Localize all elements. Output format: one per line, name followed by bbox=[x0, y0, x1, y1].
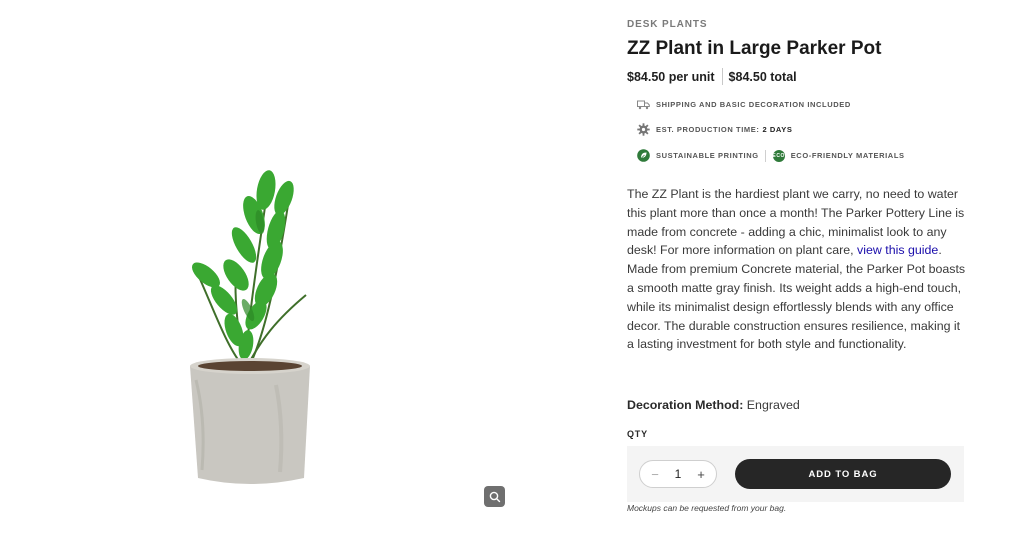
decoration-value: Engraved bbox=[743, 398, 800, 412]
purchase-box: − + ADD TO BAG bbox=[627, 446, 964, 502]
decrease-qty-button[interactable]: − bbox=[648, 467, 662, 482]
gear-icon bbox=[637, 123, 650, 136]
magnifier-icon bbox=[489, 491, 500, 502]
price-per-unit: $84.50 per unit bbox=[627, 69, 715, 84]
sustainable-text: SUSTAINABLE PRINTING bbox=[656, 151, 759, 160]
production-feature: EST. PRODUCTION TIME: 2 DAYS bbox=[637, 123, 792, 136]
decoration-method: Decoration Method: Engraved bbox=[627, 398, 800, 412]
eco-badge-icon: ECO bbox=[772, 149, 785, 162]
leaf-icon bbox=[637, 149, 650, 162]
eco-text: ECO-FRIENDLY MATERIALS bbox=[790, 151, 905, 160]
eco-features: SUSTAINABLE PRINTING ECO ECO-FRIENDLY MA… bbox=[637, 149, 905, 162]
product-description: The ZZ Plant is the hardiest plant we ca… bbox=[627, 185, 967, 354]
product-gallery bbox=[0, 0, 560, 545]
eco-divider bbox=[764, 149, 766, 162]
shipping-text: SHIPPING AND BASIC DECORATION INCLUDED bbox=[656, 100, 851, 109]
mockup-note: Mockups can be requested from your bag. bbox=[627, 503, 787, 513]
zoom-button[interactable] bbox=[484, 486, 505, 507]
product-title: ZZ Plant in Large Parker Pot bbox=[627, 38, 882, 59]
care-guide-link[interactable]: view this guide bbox=[857, 243, 938, 257]
product-category[interactable]: DESK PLANTS bbox=[627, 19, 707, 30]
increase-qty-button[interactable]: + bbox=[694, 467, 708, 482]
production-label: EST. PRODUCTION TIME: bbox=[656, 125, 760, 134]
production-value: 2 DAYS bbox=[762, 125, 793, 134]
truck-icon bbox=[637, 98, 650, 111]
shipping-feature: SHIPPING AND BASIC DECORATION INCLUDED bbox=[637, 98, 851, 111]
add-to-bag-button[interactable]: ADD TO BAG bbox=[735, 459, 951, 489]
price-row: $84.50 per unit $84.50 total bbox=[627, 68, 797, 85]
product-image bbox=[190, 170, 310, 484]
decoration-label: Decoration Method: bbox=[627, 398, 744, 412]
description-p2: Made from premium Concrete material, the… bbox=[627, 262, 966, 352]
qty-label: QTY bbox=[627, 429, 648, 439]
quantity-input[interactable] bbox=[668, 467, 688, 481]
price-divider bbox=[721, 68, 723, 85]
price-total: $84.50 total bbox=[728, 69, 797, 84]
description-p1-end: . bbox=[938, 243, 942, 258]
quantity-stepper: − + bbox=[639, 460, 717, 488]
